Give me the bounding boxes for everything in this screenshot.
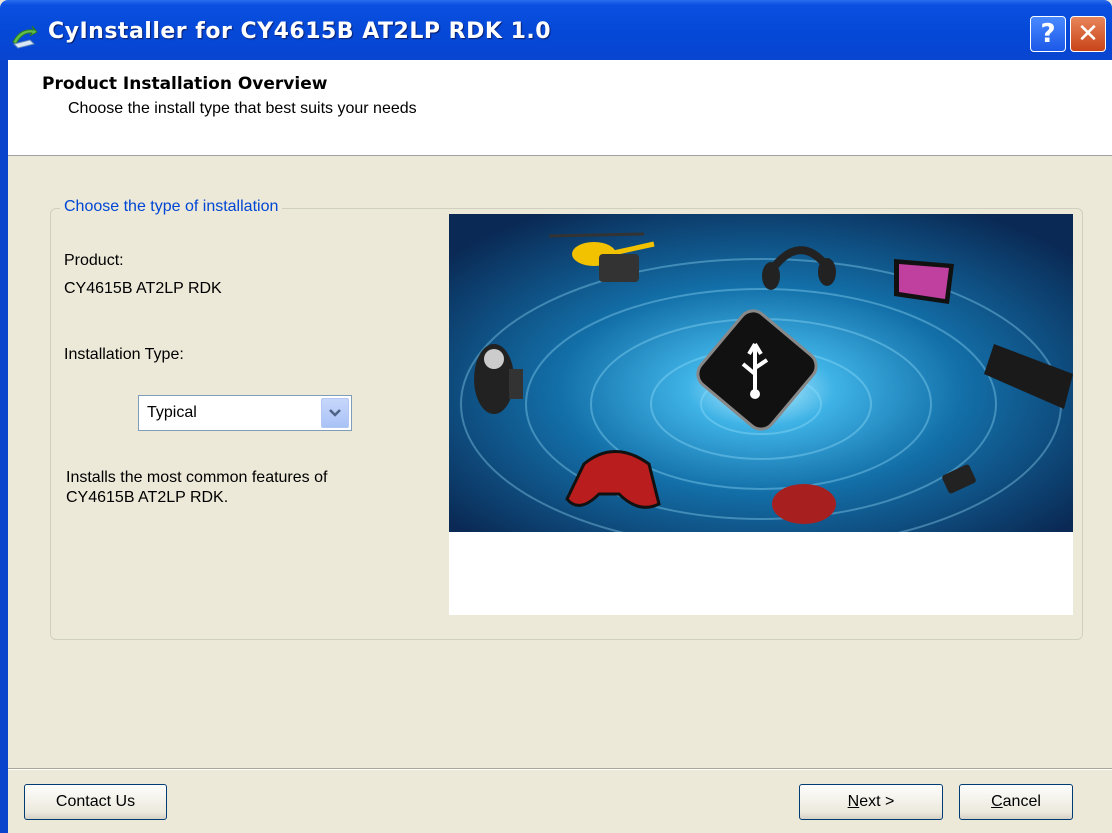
cancel-label: Cancel bbox=[991, 793, 1041, 810]
help-icon: ? bbox=[1040, 19, 1056, 49]
chevron-down-icon bbox=[329, 409, 341, 417]
description-line-1: Installs the most common features of bbox=[66, 469, 328, 486]
description-line-2: CY4615B AT2LP RDK. bbox=[66, 489, 229, 506]
usb-devices-illustration bbox=[449, 214, 1073, 532]
mouse-icon bbox=[772, 484, 836, 524]
installation-type-value: Typical bbox=[147, 404, 197, 421]
wizard-header: Product Installation Overview Choose the… bbox=[8, 60, 1112, 156]
cancel-button[interactable]: Cancel bbox=[959, 784, 1073, 820]
next-label: Next > bbox=[847, 793, 895, 810]
tv-icon bbox=[894, 259, 954, 304]
dropdown-button[interactable] bbox=[321, 398, 349, 428]
install-type-description: Installs the most common features of CY4… bbox=[66, 468, 327, 508]
close-icon: ✕ bbox=[1077, 19, 1099, 49]
installation-type-select[interactable]: Typical bbox=[138, 395, 352, 431]
window-frame bbox=[0, 60, 8, 833]
installation-type-label: Installation Type: bbox=[64, 346, 184, 363]
next-button[interactable]: Next > bbox=[799, 784, 943, 820]
help-button[interactable]: ? bbox=[1030, 16, 1066, 52]
page-title: Product Installation Overview bbox=[42, 74, 328, 94]
close-button[interactable]: ✕ bbox=[1070, 16, 1106, 52]
product-name: CY4615B AT2LP RDK bbox=[64, 280, 222, 297]
window-title: CyInstaller for CY4615B AT2LP RDK 1.0 bbox=[48, 19, 552, 44]
contact-us-button[interactable]: Contact Us bbox=[24, 784, 167, 820]
product-banner-image bbox=[449, 214, 1073, 615]
footer-separator bbox=[8, 768, 1112, 770]
app-installer-icon bbox=[12, 25, 38, 49]
contact-us-label: Contact Us bbox=[55, 793, 136, 810]
product-label: Product: bbox=[64, 252, 124, 269]
group-legend: Choose the type of installation bbox=[60, 198, 283, 216]
page-subtitle: Choose the install type that best suits … bbox=[68, 100, 417, 117]
